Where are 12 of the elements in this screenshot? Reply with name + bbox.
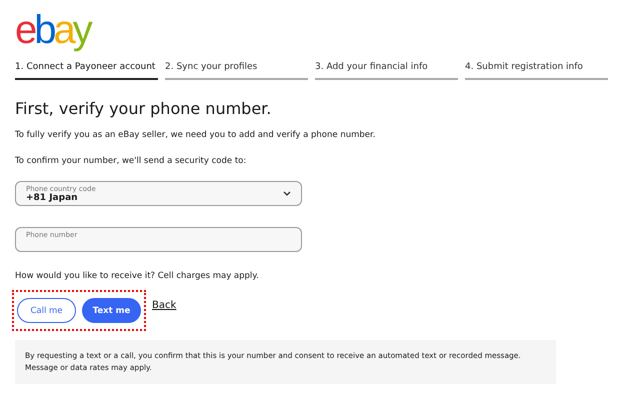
step-tab[interactable]: 2. Sync your profiles <box>165 62 308 80</box>
page-heading: First, verify your phone number. <box>15 99 272 118</box>
receive-prompt: How would you like to receive it? Cell charges may apply. <box>15 271 260 281</box>
step-tab[interactable]: 3. Add your financial info <box>315 62 458 80</box>
confirm-text: To confirm your number, we'll send a security code to: <box>15 156 248 166</box>
step-tab[interactable]: 4. Submit registration info <box>465 62 608 80</box>
chevron-down-icon <box>283 190 291 196</box>
call-me-button[interactable]: Call me <box>17 298 76 323</box>
step-tab[interactable]: 1. Connect a Payoneer account <box>15 62 158 80</box>
back-link[interactable]: Back <box>152 300 176 311</box>
intro-text: To fully verify you as an eBay seller, we need you to add and verify a phone number. <box>15 130 376 140</box>
text-me-button[interactable]: Text me <box>82 298 141 323</box>
